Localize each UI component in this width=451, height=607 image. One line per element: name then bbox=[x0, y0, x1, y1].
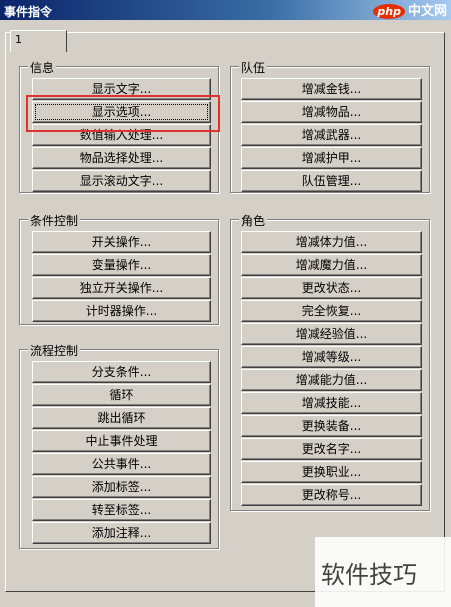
add-comment-button[interactable]: 添加注释... bbox=[32, 522, 211, 544]
title-bar: 事件指令 php 中文网 bbox=[0, 0, 451, 20]
watermark-text: 中文网 bbox=[407, 4, 447, 19]
show-choices-button[interactable]: 显示选项... bbox=[32, 101, 211, 123]
group-title: 队伍 bbox=[239, 59, 268, 76]
self-switch-button[interactable]: 独立开关操作... bbox=[32, 277, 211, 299]
group-title: 角色 bbox=[239, 212, 268, 229]
change-class-button[interactable]: 更换职业... bbox=[241, 461, 422, 483]
select-item-button[interactable]: 物品选择处理... bbox=[32, 147, 211, 169]
change-exp-button[interactable]: 增减经验值... bbox=[241, 323, 422, 345]
group-title: 信息 bbox=[28, 59, 57, 76]
loop-button[interactable]: 循环 bbox=[32, 384, 211, 406]
change-weapons-button[interactable]: 增减武器... bbox=[241, 124, 422, 146]
jump-to-label-button[interactable]: 转至标签... bbox=[32, 499, 211, 521]
group-title: 条件控制 bbox=[28, 212, 81, 229]
conditional-branch-button[interactable]: 分支条件... bbox=[32, 361, 211, 383]
break-loop-button[interactable]: 跳出循环 bbox=[32, 407, 211, 429]
php-logo-icon: php bbox=[373, 4, 405, 19]
watermark-bottom: 软件技巧 bbox=[315, 537, 451, 607]
change-nickname-button[interactable]: 更改称号... bbox=[241, 484, 422, 506]
change-parameter-button[interactable]: 增减能力值... bbox=[241, 369, 422, 391]
timer-control-button[interactable]: 计时器操作... bbox=[32, 300, 211, 322]
change-name-button[interactable]: 更改名字... bbox=[241, 438, 422, 460]
window-title: 事件指令 bbox=[4, 5, 53, 19]
change-equipment-button[interactable]: 更换装备... bbox=[241, 415, 422, 437]
switch-control-button[interactable]: 开关操作... bbox=[32, 231, 211, 253]
change-items-button[interactable]: 增减物品... bbox=[241, 101, 422, 123]
change-skills-button[interactable]: 增减技能... bbox=[241, 392, 422, 414]
exit-event-button[interactable]: 中止事件处理 bbox=[32, 430, 211, 452]
group-title: 流程控制 bbox=[28, 342, 81, 359]
change-mp-button[interactable]: 增减魔力值... bbox=[241, 254, 422, 276]
change-hp-button[interactable]: 增减体力值... bbox=[241, 231, 422, 253]
watermark-logo: php 中文网 bbox=[373, 0, 447, 19]
scroll-text-button[interactable]: 显示滚动文字... bbox=[32, 170, 211, 192]
change-armors-button[interactable]: 增减护甲... bbox=[241, 147, 422, 169]
change-gold-button[interactable]: 增减金钱... bbox=[241, 78, 422, 100]
change-party-button[interactable]: 队伍管理... bbox=[241, 170, 422, 192]
add-label-button[interactable]: 添加标签... bbox=[32, 476, 211, 498]
variable-control-button[interactable]: 变量操作... bbox=[32, 254, 211, 276]
tab-1[interactable]: 1 bbox=[10, 30, 67, 52]
change-state-button[interactable]: 更改状态... bbox=[241, 277, 422, 299]
common-event-button[interactable]: 公共事件... bbox=[32, 453, 211, 475]
change-level-button[interactable]: 增减等级... bbox=[241, 346, 422, 368]
recover-all-button[interactable]: 完全恢复... bbox=[241, 300, 422, 322]
show-text-button[interactable]: 显示文字... bbox=[32, 78, 211, 100]
input-number-button[interactable]: 数值输入处理... bbox=[32, 124, 211, 146]
